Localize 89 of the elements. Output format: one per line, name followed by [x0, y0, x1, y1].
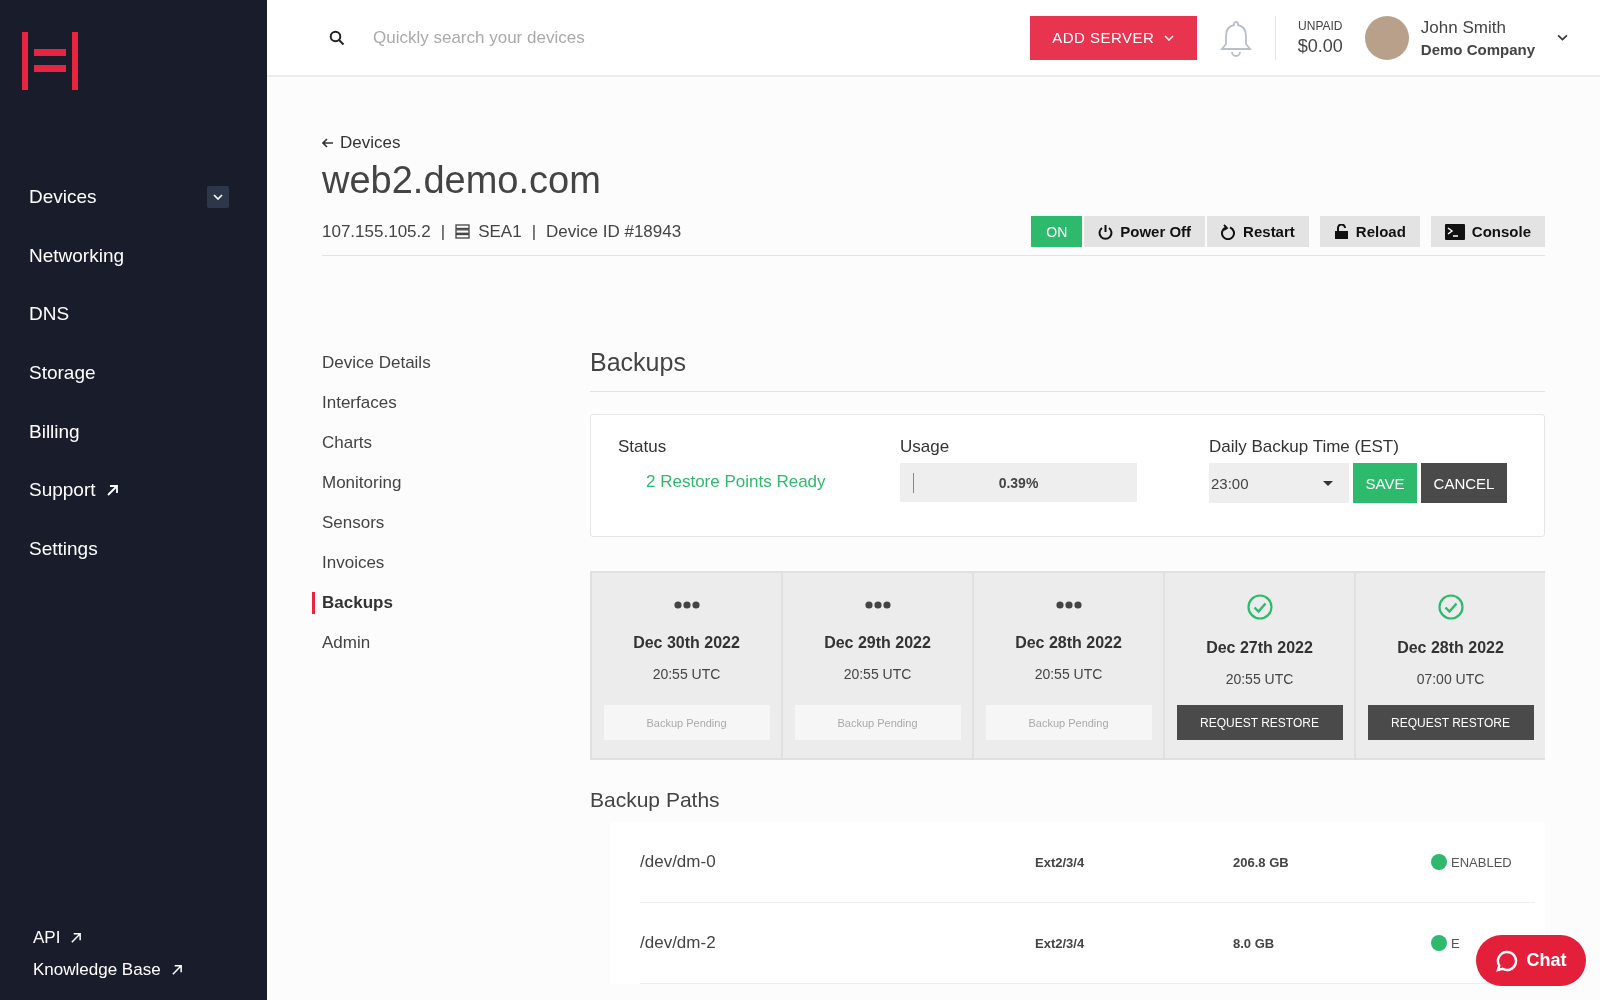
subnav-item[interactable]: Interfaces — [312, 392, 397, 414]
sidebar-item[interactable]: Storage — [29, 362, 96, 385]
section-title: Backups — [590, 348, 1545, 392]
subnav-item[interactable]: Admin — [312, 632, 371, 654]
subnav-item[interactable]: Invoices — [312, 552, 385, 574]
caret-icon — [1323, 480, 1333, 486]
subnav-item[interactable]: Backups — [312, 592, 393, 614]
backup-date: Dec 27th 2022 — [1206, 639, 1313, 657]
filesystem-cell-text: Ext2/3/4 — [1035, 854, 1086, 870]
separator: | — [531, 221, 537, 242]
add-server-button[interactable]: ADD SERVER — [1029, 15, 1197, 60]
size-cell-text: 8.0 GB — [1233, 935, 1276, 951]
backup-date: Dec 28th 2022 — [1015, 634, 1122, 652]
more-icon — [673, 601, 700, 609]
path-cell-text: /dev/dm-2 — [640, 933, 717, 953]
backup-time: 20:55 UTC — [843, 666, 912, 682]
check-circle-icon — [1246, 594, 1273, 620]
status-label: Status — [618, 437, 668, 457]
check-circle-icon — [1437, 594, 1464, 620]
back-link[interactable]: Devices — [322, 133, 1545, 153]
subnav-item[interactable]: Sensors — [312, 512, 385, 534]
expand-button[interactable] — [207, 186, 229, 209]
sidebar-item[interactable]: DNS — [29, 303, 70, 326]
speech-bubble-icon — [1495, 949, 1518, 972]
section-title: Backup Paths — [590, 788, 721, 812]
backup-pending-label: Backup Pending — [603, 705, 770, 740]
device-title: web2.demo.com — [322, 159, 602, 202]
sidebar-footer-link[interactable]: Knowledge Base — [33, 960, 267, 980]
sidebar-item[interactable]: Networking — [29, 244, 125, 267]
usage-reading: 0.39% — [998, 474, 1039, 491]
path-cell-text: /dev/dm-0 — [640, 852, 717, 872]
location: SEA1 — [478, 221, 522, 242]
backup-time: 20:55 UTC — [652, 666, 721, 682]
external-link-icon — [70, 932, 83, 944]
sidebar-footer-link[interactable]: API — [33, 928, 267, 948]
backup-date: Dec 29th 2022 — [824, 634, 931, 652]
backup-date: Dec 30th 2022 — [633, 634, 740, 652]
logo-icon — [22, 32, 78, 90]
chat-button[interactable]: Chat — [1476, 935, 1586, 986]
size-cell-text: 206.8 GB — [1233, 854, 1290, 870]
restart-icon — [1221, 223, 1237, 240]
more-icon — [1055, 601, 1082, 609]
filesystem-cell-text: Ext2/3/4 — [1035, 935, 1086, 951]
terminal-icon — [1444, 223, 1465, 240]
subnav-item[interactable]: Device Details — [312, 352, 431, 374]
caret-icon[interactable] — [1557, 34, 1568, 41]
sidebar-item[interactable]: Settings — [29, 537, 98, 560]
separator: | — [440, 221, 446, 242]
power-status: ON — [1031, 216, 1083, 247]
action-button[interactable]: Console — [1430, 216, 1545, 247]
request-restore-button[interactable]: REQUEST RESTORE — [1367, 705, 1534, 740]
user-name: John Smith — [1420, 17, 1507, 38]
chevron-down-icon — [213, 194, 223, 201]
request-restore-button[interactable]: REQUEST RESTORE — [1176, 705, 1343, 740]
search-icon — [329, 29, 345, 46]
arrow-left-icon — [322, 138, 334, 148]
ip-address: 107.155.105.2 — [322, 221, 431, 242]
action-button[interactable]: Reload — [1319, 216, 1420, 247]
device-id: Device ID #18943 — [546, 221, 682, 242]
backup-time: 20:55 UTC — [1225, 671, 1294, 687]
power-icon — [1098, 223, 1114, 240]
backup-time: 07:00 UTC — [1416, 671, 1485, 687]
subnav-item[interactable]: Monitoring — [312, 472, 402, 494]
restore-status: 2 Restore Points Ready — [646, 472, 827, 492]
subnav-item[interactable]: Charts — [312, 432, 373, 454]
status-text: E — [1451, 935, 1460, 951]
company-name: Demo Company — [1420, 40, 1535, 58]
usage-label: Usage — [900, 437, 951, 457]
backup-time-label: Daily Backup Time (EST) — [1209, 437, 1400, 457]
external-link-icon — [105, 483, 119, 497]
search-field[interactable]: Quickly search your devices — [371, 26, 975, 49]
sidebar-item[interactable]: Billing — [29, 420, 80, 443]
external-link-icon — [170, 964, 183, 976]
sidebar-item[interactable]: Devices — [29, 186, 97, 209]
more-icon — [864, 601, 891, 609]
balance-label: UNPAID — [1298, 18, 1343, 33]
backup-pending-label: Backup Pending — [985, 705, 1152, 740]
action-button[interactable]: Power Off — [1084, 216, 1206, 247]
cancel-button[interactable]: CANCEL — [1421, 463, 1507, 503]
sidebar-item[interactable]: Support — [29, 479, 119, 502]
balance-amount: $0.00 — [1297, 35, 1343, 57]
caret-icon — [1164, 34, 1175, 41]
backup-date: Dec 28th 2022 — [1397, 639, 1504, 657]
status-text: ENABLED — [1451, 854, 1512, 870]
backup-pending-label: Backup Pending — [794, 705, 961, 740]
action-button[interactable]: Restart — [1207, 216, 1309, 247]
time-dropdown[interactable]: 23:00 — [1209, 463, 1349, 503]
backup-time: 20:55 UTC — [1034, 666, 1103, 682]
server-icon — [455, 224, 471, 239]
